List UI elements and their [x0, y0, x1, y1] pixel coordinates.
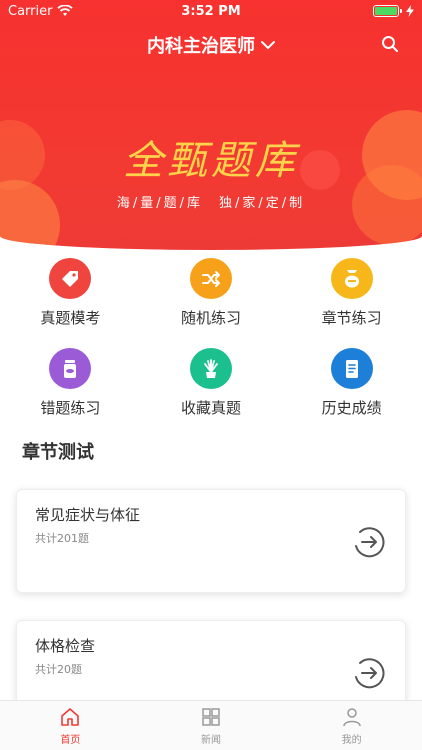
feature-label: 错题练习	[40, 399, 101, 417]
grid-icon	[202, 707, 220, 726]
charging-icon	[406, 5, 414, 17]
chapter-title: 体格检查	[35, 637, 96, 655]
tab-mine[interactable]: 我的	[281, 701, 422, 750]
user-icon	[342, 707, 361, 726]
feature-random-practice[interactable]: 随机练习	[141, 258, 282, 328]
search-icon[interactable]	[380, 34, 400, 54]
arrow-right-circle-icon[interactable]	[351, 524, 387, 560]
feature-label: 真题模考	[40, 309, 101, 327]
feature-favorites[interactable]: 收藏真题	[141, 348, 282, 418]
tab-label: 我的	[341, 734, 362, 746]
tag-icon	[49, 258, 92, 299]
feature-label: 随机练习	[180, 309, 241, 327]
subject-title: 内科主治医师	[147, 36, 255, 57]
chapter-title: 常见症状与体征	[35, 506, 141, 524]
bag-icon	[330, 258, 373, 299]
shuffle-icon	[189, 258, 232, 299]
tab-label: 首页	[60, 734, 81, 746]
chevron-down-icon	[261, 41, 275, 50]
banner-subtitle: 海/量/题/库 独/家/定/制	[116, 196, 306, 211]
feature-label: 章节练习	[321, 309, 382, 327]
tab-bar: 首页 新闻 我的	[0, 700, 422, 750]
feature-history-scores[interactable]: 历史成绩	[281, 348, 422, 418]
plant-icon	[189, 348, 232, 389]
home-icon	[61, 707, 80, 726]
battery-icon	[373, 5, 402, 17]
banner-title: 全甄题库	[123, 138, 299, 184]
chapter-count: 共计20题	[35, 663, 82, 676]
tab-news[interactable]: 新闻	[141, 701, 282, 750]
feature-chapter-practice[interactable]: 章节练习	[281, 258, 422, 328]
chapter-card[interactable]: 常见症状与体征 共计201题	[16, 489, 406, 593]
feature-label: 收藏真题	[180, 399, 241, 417]
feature-grid: 真题模考 随机练习 章节练习 错题练习 收藏真题 历史成绩	[0, 258, 422, 418]
tab-home[interactable]: 首页	[0, 701, 141, 750]
status-bar: Carrier 3:52 PM	[0, 0, 422, 22]
decor-blob	[0, 180, 60, 250]
tab-label: 新闻	[201, 734, 221, 746]
chapter-count: 共计201题	[35, 532, 89, 545]
document-icon	[330, 348, 373, 389]
feature-wrong-practice[interactable]: 错题练习	[0, 348, 141, 418]
feature-real-exam[interactable]: 真题模考	[0, 258, 141, 328]
subject-selector[interactable]: 内科主治医师	[0, 32, 422, 58]
section-title: 章节测试	[22, 442, 94, 463]
jar-icon	[49, 348, 92, 389]
carrier-label: Carrier	[8, 3, 53, 19]
wifi-icon	[57, 5, 74, 16]
arrow-right-circle-icon[interactable]	[351, 655, 387, 691]
feature-label: 历史成绩	[321, 399, 382, 417]
